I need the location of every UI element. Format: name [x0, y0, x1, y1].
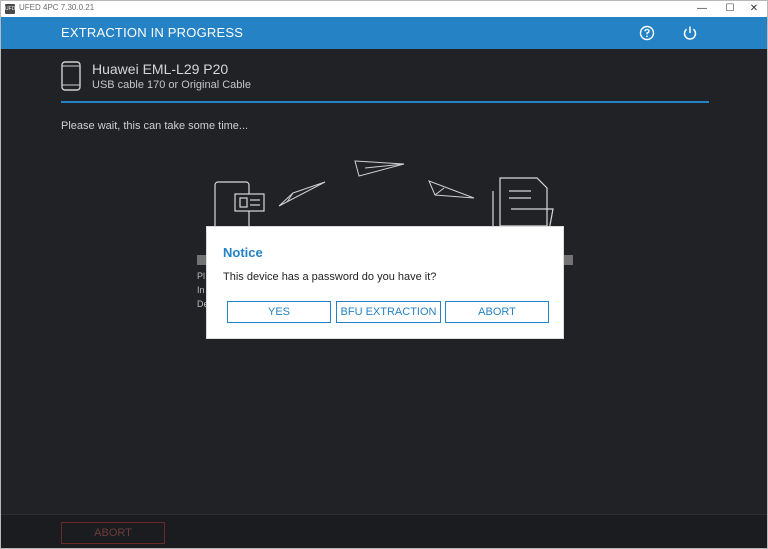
title-bar: UFD UFED 4PC 7.30.0.21 — ☐ ✕: [1, 1, 767, 17]
abort-button[interactable]: ABORT: [445, 301, 549, 323]
paper-plane-icons: [278, 160, 475, 207]
minimize-button[interactable]: —: [689, 1, 715, 17]
app-window: UFD UFED 4PC 7.30.0.21 — ☐ ✕ EXTRACTION …: [0, 0, 768, 549]
footer-bar: ABORT: [1, 514, 767, 548]
close-button[interactable]: ✕: [741, 1, 767, 17]
power-icon[interactable]: [682, 25, 698, 41]
phone-icon: [61, 61, 81, 91]
window-title: UFED 4PC 7.30.0.21: [19, 3, 95, 12]
app-logo-icon: UFD: [5, 4, 16, 14]
device-info: Huawei EML-L29 P20 USB cable 170 or Orig…: [61, 59, 709, 103]
help-icon[interactable]: [639, 25, 655, 41]
yes-button[interactable]: YES: [227, 301, 331, 323]
notice-dialog: Notice This device has a password do you…: [206, 226, 564, 339]
wait-message: Please wait, this can take some time...: [61, 120, 249, 132]
page-title: EXTRACTION IN PROGRESS: [61, 25, 244, 40]
footer-abort-button[interactable]: ABORT: [61, 522, 165, 544]
bfu-extraction-button[interactable]: BFU EXTRACTION: [336, 301, 441, 323]
maximize-button[interactable]: ☐: [717, 1, 743, 17]
dialog-message: This device has a password do you have i…: [223, 271, 437, 283]
device-connection: USB cable 170 or Original Cable: [92, 79, 251, 91]
dialog-title: Notice: [223, 245, 263, 260]
device-name: Huawei EML-L29 P20: [92, 61, 229, 77]
header-bar: EXTRACTION IN PROGRESS: [1, 17, 767, 49]
